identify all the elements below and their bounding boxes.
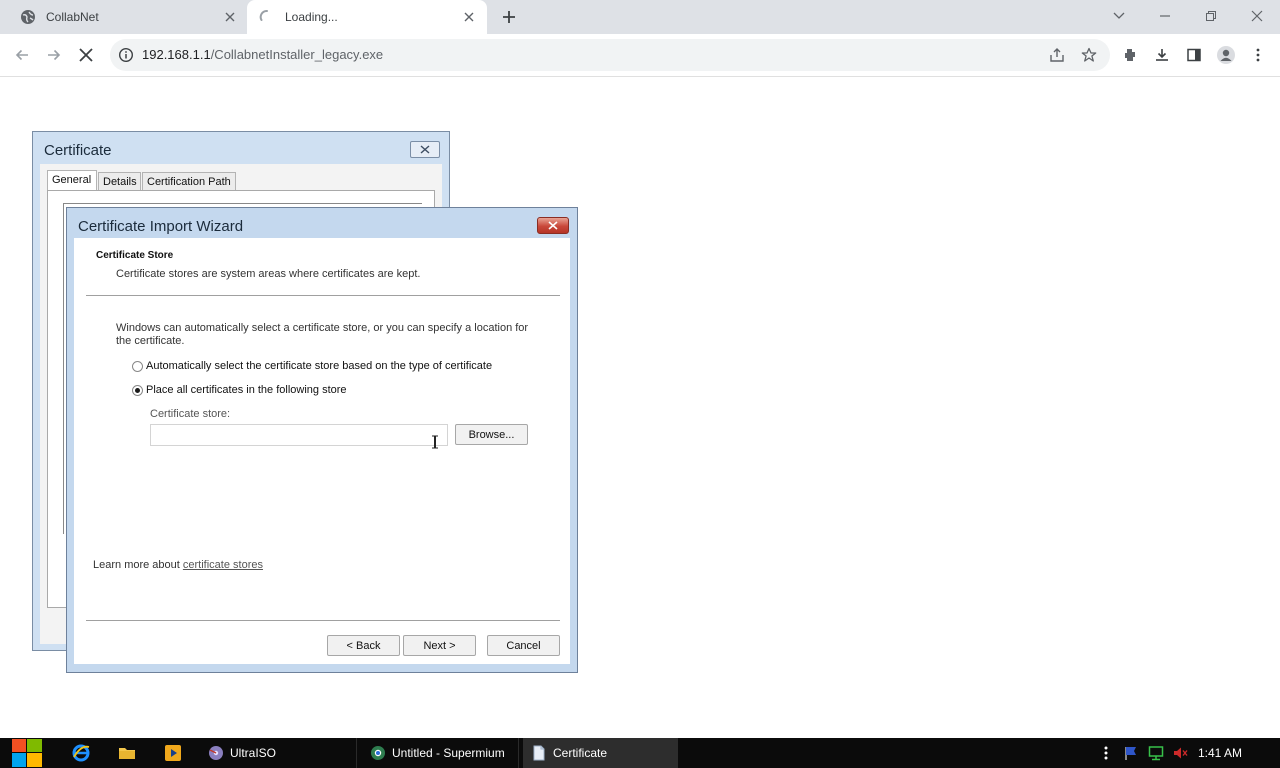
auto-select-store-option[interactable]: Automatically select the certificate sto… [132,360,492,372]
radio-button-selected[interactable] [132,384,143,396]
close-window-icon[interactable] [1245,5,1269,27]
browse-button[interactable]: Browse... [455,424,528,445]
address-bar[interactable]: 192.168.1.1/CollabnetInstaller_legacy.ex… [110,39,1110,71]
taskbar-button-label: UltraISO [230,746,277,760]
certificate-import-wizard: Certificate Import Wizard Certificate St… [66,207,578,673]
dialog-title: Certificate Import Wizard [78,218,244,235]
intro-text: Windows can automatically select a certi… [116,322,529,347]
certificate-stores-link[interactable]: certificate stores [183,559,263,571]
taskbar-button-label: Untitled - Supermium [392,746,505,760]
next-button[interactable]: Next > [403,635,476,656]
learn-more-text: Learn more about certificate stores [93,559,263,571]
profile-icon[interactable] [1216,45,1236,65]
tray-overflow-icon[interactable] [1098,745,1114,761]
ultraiso-icon [208,745,224,761]
cancel-button[interactable]: Cancel [487,635,560,656]
media-player-icon[interactable] [163,743,183,763]
action-center-flag-icon[interactable] [1123,745,1139,761]
url-text: 192.168.1.1/CollabnetInstaller_legacy.ex… [142,47,383,62]
close-icon [548,221,558,230]
section-title: Certificate Store [96,250,174,261]
browser-toolbar: 192.168.1.1/CollabnetInstaller_legacy.ex… [0,34,1280,77]
minimize-icon[interactable] [1153,5,1177,27]
tab-general[interactable]: General [47,170,97,192]
certificate-store-label: Certificate store: [150,408,231,420]
new-tab-icon[interactable] [499,7,519,27]
clock[interactable]: 1:41 AM [1190,746,1250,760]
internet-explorer-icon[interactable] [71,743,91,763]
download-icon[interactable] [1152,45,1172,65]
tab-search-icon[interactable] [1107,5,1131,27]
option-label: Place all certificates in the following … [146,384,347,396]
divider [86,295,560,296]
globe-icon [20,9,36,25]
close-tab-icon[interactable] [222,9,238,25]
close-wizard-button[interactable] [537,217,569,234]
document-icon [531,745,547,761]
start-button[interactable] [10,738,44,768]
volume-muted-icon[interactable] [1172,745,1188,761]
windows-logo-icon [12,739,42,767]
menu-icon[interactable] [1248,45,1268,65]
url-path: /CollabnetInstaller_legacy.exe [210,47,384,62]
learn-more-prefix: Learn more about [93,559,183,571]
folder-icon[interactable] [117,743,137,763]
close-icon [420,145,430,154]
option-label: Automatically select the certificate sto… [146,360,493,372]
browser-tabstrip: CollabNet Loading... [0,0,1280,34]
close-dialog-button[interactable] [410,141,440,158]
close-tab-icon[interactable] [461,9,477,25]
wizard-body: Certificate Store Certificate stores are… [74,238,570,664]
tab-certification-path[interactable]: Certification Path [142,172,236,190]
radio-button[interactable] [132,360,143,372]
forward-icon[interactable] [44,45,64,65]
bookmark-star-icon[interactable] [1079,45,1099,65]
dialog-title: Certificate [44,142,112,159]
taskbar: UltraISO Untitled - Supermium Certificat… [0,738,1280,768]
tab-collabnet[interactable]: CollabNet [8,0,248,34]
section-subtitle: Certificate stores are system areas wher… [116,268,421,280]
back-button[interactable]: < Back [327,635,400,656]
side-panel-icon[interactable] [1184,45,1204,65]
stop-loading-icon[interactable] [76,45,96,65]
back-icon[interactable] [12,45,32,65]
tab-details[interactable]: Details [98,172,141,190]
tab-title: CollabNet [46,10,99,24]
divider [86,620,560,621]
extensions-icon[interactable] [1120,45,1140,65]
loading-spinner-icon [259,9,275,25]
certificate-store-field[interactable] [150,424,448,446]
share-icon[interactable] [1047,45,1067,65]
tab-title: Loading... [285,10,338,24]
taskbar-button-label: Certificate [553,746,608,760]
taskbar-button-certificate[interactable]: Certificate [523,738,678,768]
taskbar-button-ultraiso[interactable]: UltraISO [200,738,357,768]
restore-icon[interactable] [1199,5,1223,27]
site-info-icon[interactable] [118,47,134,63]
taskbar-button-supermium[interactable]: Untitled - Supermium [362,738,519,768]
supermium-icon [370,745,386,761]
tab-loading[interactable]: Loading... [247,0,487,34]
network-icon[interactable] [1148,745,1164,761]
text-cursor-icon [431,435,439,449]
url-host: 192.168.1.1 [142,47,211,62]
place-in-store-option[interactable]: Place all certificates in the following … [132,384,347,396]
